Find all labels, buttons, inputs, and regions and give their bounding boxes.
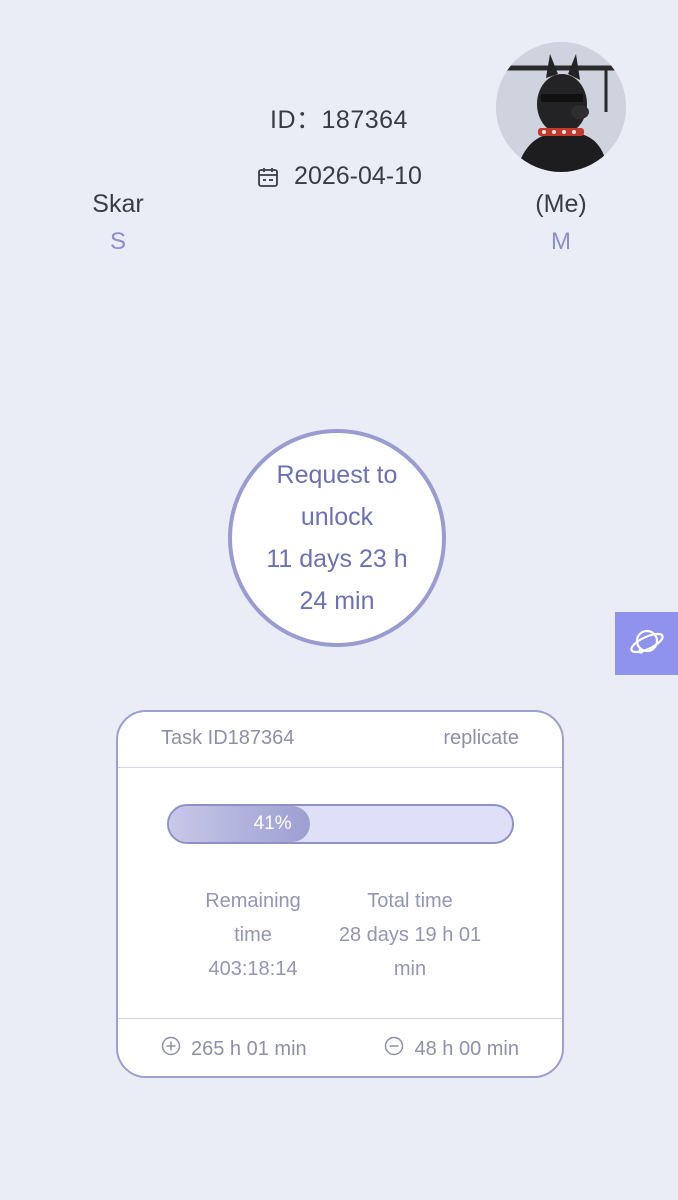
avatar[interactable] xyxy=(496,42,626,172)
partner-role: S xyxy=(109,228,126,255)
total-time: Total time 28 days 19 h 01 min xyxy=(325,884,495,986)
partner-name: Skar xyxy=(92,190,144,218)
plus-circle-icon xyxy=(161,1036,181,1062)
total-label: Total time xyxy=(367,890,453,912)
task-card: Task ID187364 replicate 41% Remaining ti… xyxy=(116,710,564,1078)
id-label: ID： xyxy=(270,106,322,134)
progress-label: 41% xyxy=(253,813,292,834)
remaining-value: 403:18:14 xyxy=(208,958,298,980)
progress-bar: 41% xyxy=(167,804,514,844)
subtract-time-button[interactable]: 48 h 00 min xyxy=(384,1036,519,1062)
add-time-value: 265 h 01 min xyxy=(191,1037,307,1060)
remaining-time: Remaining time 403:18:14 xyxy=(193,884,313,986)
replicate-button[interactable]: replicate xyxy=(443,727,519,750)
remaining-label-1: Remaining xyxy=(205,890,301,912)
task-card-header: Task ID187364 replicate xyxy=(118,712,562,768)
unlock-line-1: Request to xyxy=(276,461,398,489)
add-time-button[interactable]: 265 h 01 min xyxy=(161,1036,307,1062)
calendar-icon xyxy=(256,165,280,189)
task-id: Task ID187364 xyxy=(161,727,295,749)
unlock-line-2: unlock xyxy=(300,503,374,531)
remaining-label-2: time xyxy=(234,924,272,946)
my-name: (Me) xyxy=(535,190,587,218)
unlock-countdown-min: 24 min xyxy=(299,587,375,615)
total-value-1: 28 days 19 h 01 xyxy=(338,924,482,946)
floating-action-button[interactable] xyxy=(615,612,678,675)
start-date: 2026-04-10 xyxy=(294,162,422,190)
avatar-image xyxy=(496,42,626,172)
subtract-time-value: 48 h 00 min xyxy=(414,1037,519,1060)
unlock-countdown-days: 11 days 23 h xyxy=(266,545,408,573)
id-value: 187364 xyxy=(321,106,408,134)
task-card-footer: 265 h 01 min 48 h 00 min xyxy=(118,1018,562,1076)
orbit-icon xyxy=(627,621,667,666)
total-value-2: min xyxy=(393,958,427,980)
request-unlock-button[interactable]: Request to unlock 11 days 23 h 24 min xyxy=(228,429,446,647)
my-role: M xyxy=(551,228,571,255)
minus-circle-icon xyxy=(384,1036,404,1062)
